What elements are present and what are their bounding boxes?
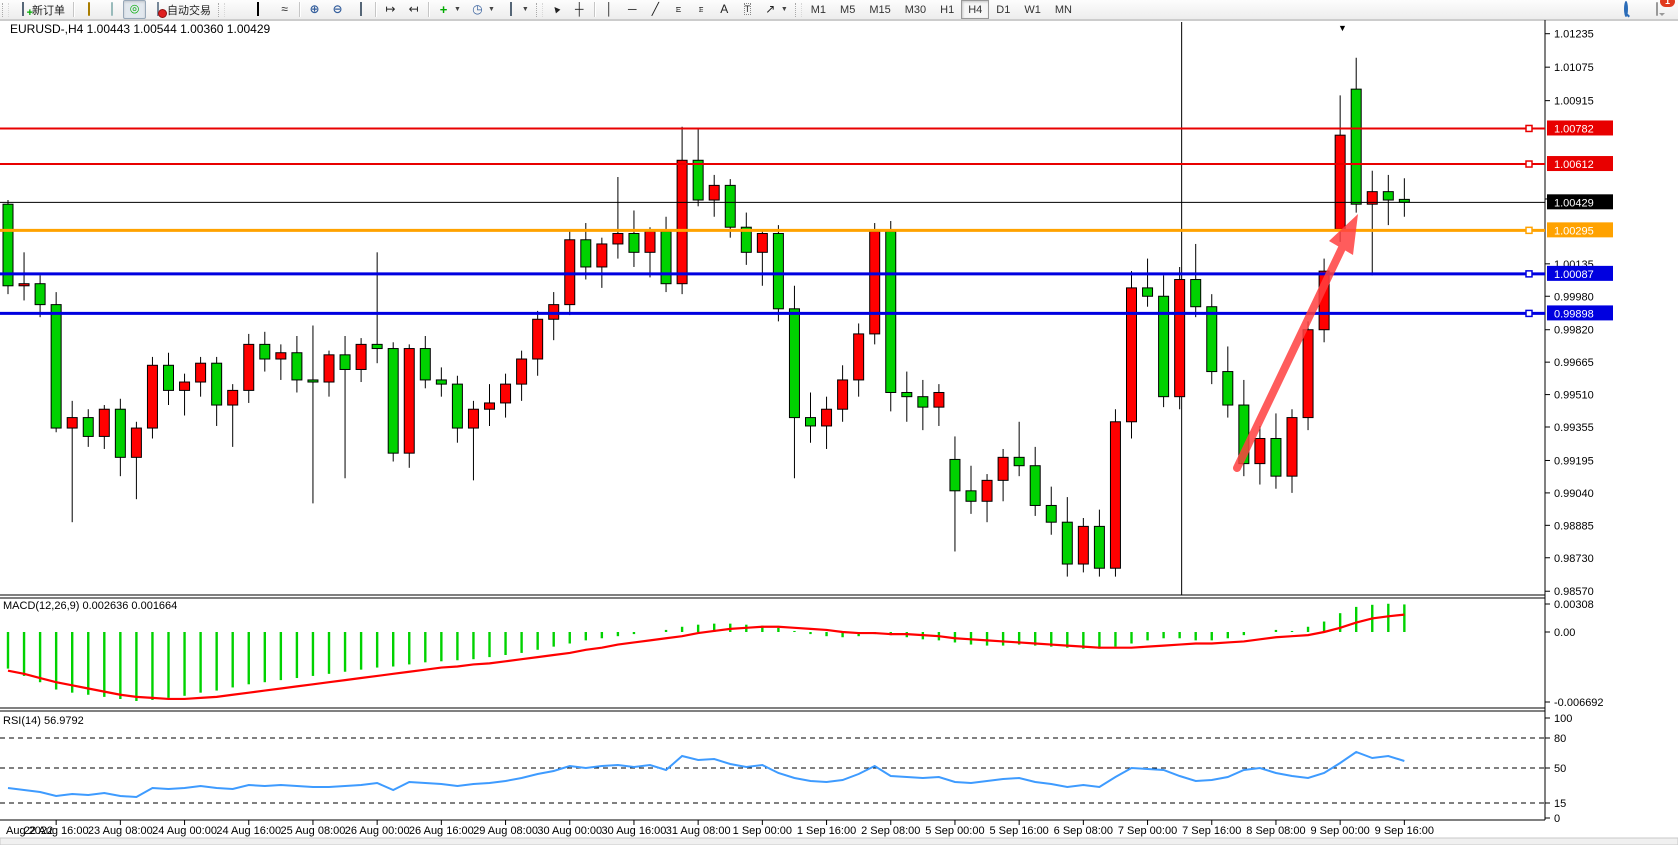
time-label: 1 Sep 16:00	[797, 825, 856, 837]
candle	[886, 221, 896, 411]
svg-text:80: 80	[1554, 733, 1566, 745]
macd-label: MACD(12,26,9) 0.002636 0.001664	[3, 600, 177, 612]
svg-text:0.98570: 0.98570	[1554, 586, 1594, 598]
time-label: 8 Sep 08:00	[1246, 825, 1305, 837]
price-badge-1.00612: 1.00612	[1547, 156, 1613, 171]
chart-title: EURUSD-,H4 1.00443 1.00544 1.00360 1.004…	[10, 22, 271, 36]
rsi-label: RSI(14) 56.9792	[3, 715, 84, 727]
svg-text:0.98730: 0.98730	[1554, 553, 1594, 565]
time-label: 30 Aug 00:00	[537, 825, 602, 837]
candle	[3, 200, 13, 294]
line-handle[interactable]	[1526, 310, 1532, 316]
svg-text:0.99898: 0.99898	[1554, 308, 1594, 320]
price-badge-1.00782: 1.00782	[1547, 120, 1613, 135]
time-label: 30 Aug 16:00	[602, 825, 667, 837]
svg-text:0.99510: 0.99510	[1554, 390, 1594, 402]
price-badge-0.99898: 0.99898	[1547, 305, 1613, 320]
time-label: 29 Aug 08:00	[473, 825, 538, 837]
svg-text:0.00308: 0.00308	[1554, 599, 1594, 611]
candle	[147, 357, 157, 439]
svg-text:0.99195: 0.99195	[1554, 455, 1594, 467]
svg-text:0.99820: 0.99820	[1554, 325, 1594, 337]
chart-canvas[interactable]: ▼1.012351.010751.009151.004451.001350.99…	[0, 0, 1678, 845]
candle	[1110, 409, 1120, 576]
candle	[1078, 518, 1088, 572]
candle	[1207, 294, 1217, 384]
svg-text:0.99665: 0.99665	[1554, 357, 1594, 369]
time-label: 7 Sep 00:00	[1118, 825, 1177, 837]
mt4-window: { "toolbar": { "new_order_label": "新订单",…	[0, 0, 1678, 845]
svg-text:1.00782: 1.00782	[1554, 123, 1594, 135]
time-label: 22 Aug 16:00	[24, 825, 89, 837]
time-label: 5 Sep 00:00	[925, 825, 984, 837]
line-handle[interactable]	[1526, 125, 1532, 131]
time-label: 6 Sep 08:00	[1054, 825, 1113, 837]
candle	[870, 223, 880, 344]
candle	[404, 344, 414, 467]
time-label: 26 Aug 00:00	[345, 825, 410, 837]
price-badge-1.00087: 1.00087	[1547, 266, 1613, 281]
svg-text:0.00: 0.00	[1554, 627, 1575, 639]
candle	[1303, 321, 1313, 430]
svg-text:1.00612: 1.00612	[1554, 159, 1594, 171]
candle	[1175, 267, 1185, 409]
candle	[388, 342, 398, 461]
candle	[1127, 271, 1137, 438]
price-badge-1.00295: 1.00295	[1547, 222, 1613, 237]
chart-shift-marker[interactable]: ▼	[1338, 23, 1347, 33]
svg-text:1.00295: 1.00295	[1554, 225, 1594, 237]
svg-text:1.01075: 1.01075	[1554, 62, 1594, 74]
svg-text:1.01235: 1.01235	[1554, 29, 1594, 41]
line-handle[interactable]	[1526, 271, 1532, 277]
svg-text:1.00087: 1.00087	[1554, 269, 1594, 281]
svg-text:50: 50	[1554, 763, 1566, 775]
time-label: 24 Aug 16:00	[216, 825, 281, 837]
time-label: 31 Aug 08:00	[666, 825, 731, 837]
time-label: 5 Sep 16:00	[989, 825, 1048, 837]
time-label: 26 Aug 16:00	[409, 825, 474, 837]
time-label: 1 Sep 00:00	[733, 825, 792, 837]
svg-text:15: 15	[1554, 798, 1566, 810]
svg-text:0.98885: 0.98885	[1554, 520, 1594, 532]
svg-text:0.99980: 0.99980	[1554, 291, 1594, 303]
time-label: 9 Sep 00:00	[1310, 825, 1369, 837]
time-label: 23 Aug 08:00	[88, 825, 153, 837]
svg-text:-0.006692: -0.006692	[1554, 697, 1604, 709]
time-label: 24 Aug 00:00	[152, 825, 217, 837]
time-label: 2 Sep 08:00	[861, 825, 920, 837]
svg-text:1.00429: 1.00429	[1554, 197, 1594, 209]
line-handle[interactable]	[1526, 227, 1532, 233]
svg-text:100: 100	[1554, 713, 1572, 725]
svg-text:1.00915: 1.00915	[1554, 96, 1594, 108]
svg-text:0.99355: 0.99355	[1554, 422, 1594, 434]
time-label: 7 Sep 16:00	[1182, 825, 1241, 837]
time-label: 9 Sep 16:00	[1375, 825, 1434, 837]
svg-text:0.99040: 0.99040	[1554, 488, 1594, 500]
price-badge-1.00429: 1.00429	[1547, 194, 1613, 209]
line-handle[interactable]	[1526, 161, 1532, 167]
time-label: 25 Aug 08:00	[281, 825, 346, 837]
svg-text:0: 0	[1554, 813, 1560, 825]
